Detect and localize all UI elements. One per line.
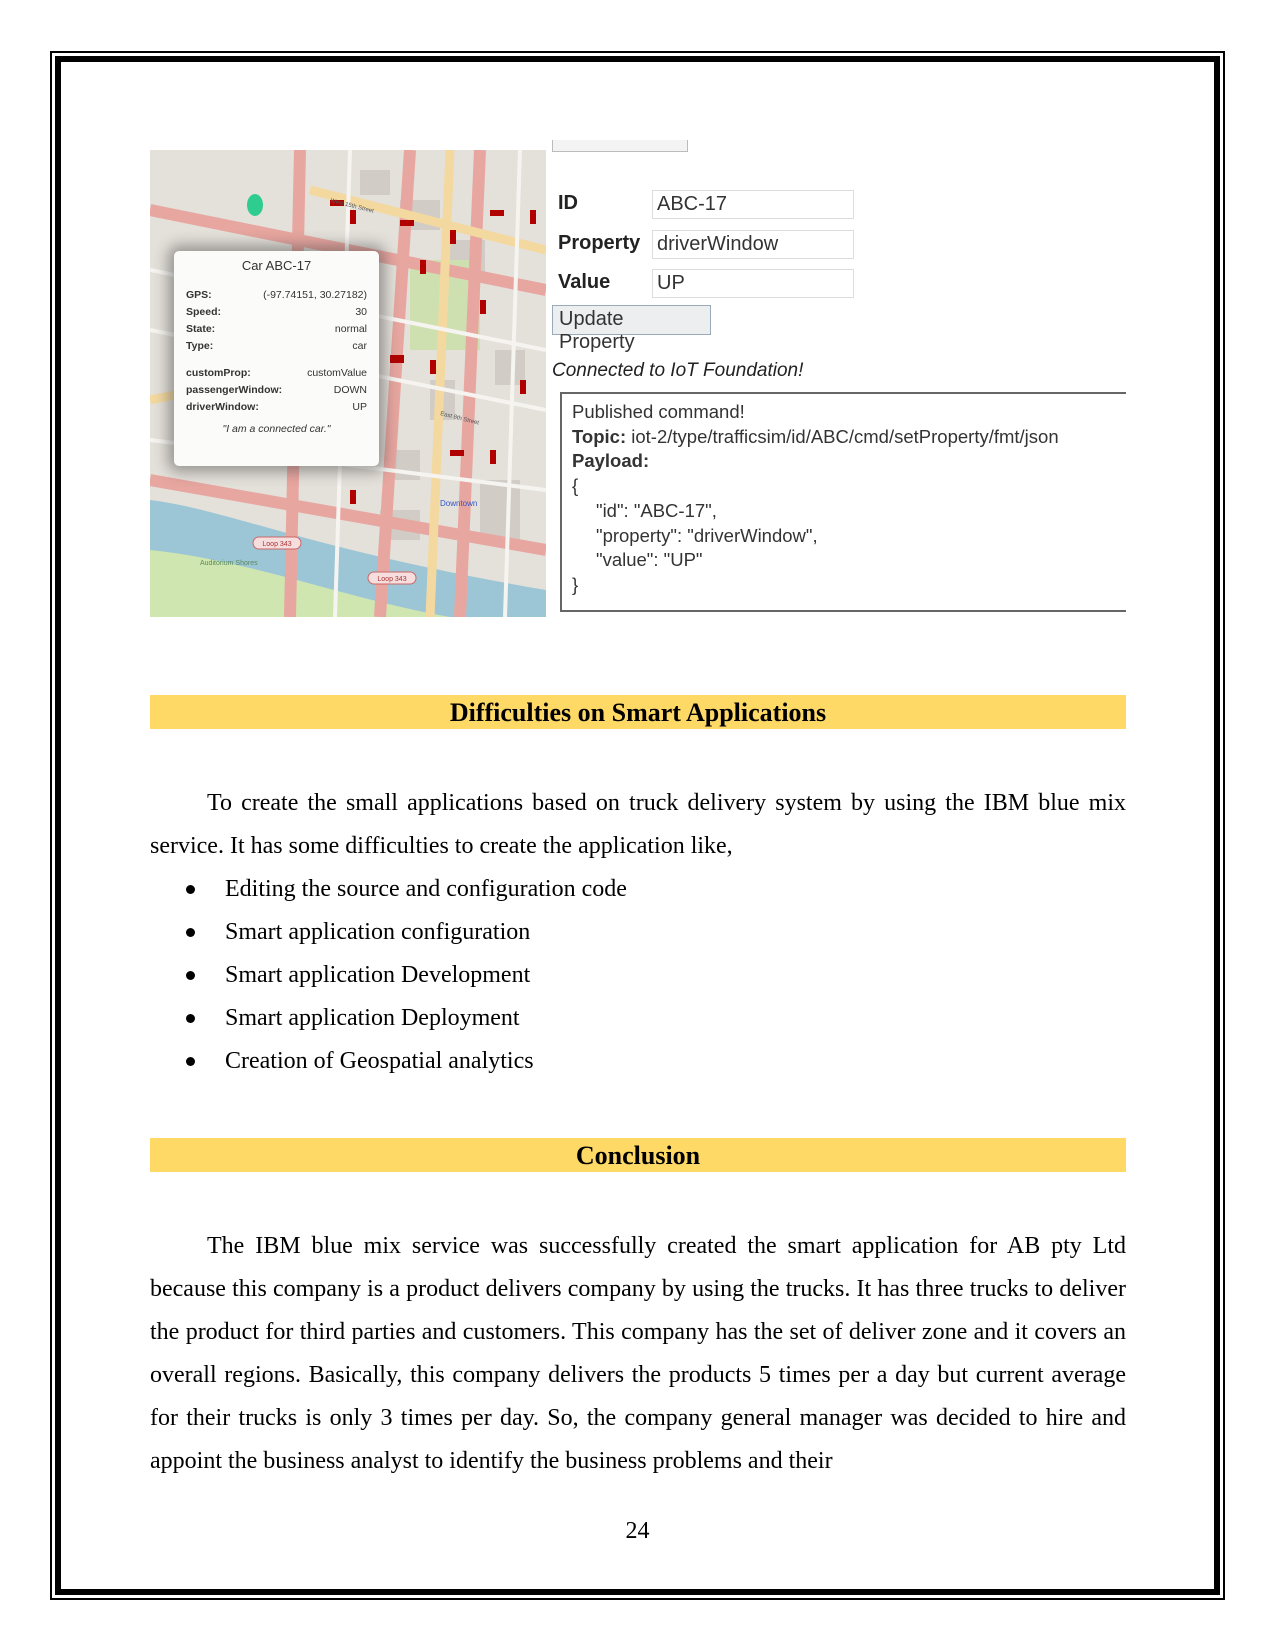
console-line: "property": "driverWindow", [596, 524, 818, 546]
popup-value: customValue [307, 367, 367, 379]
property-label: Property [558, 232, 641, 254]
list-item-text: Smart application configuration [225, 919, 531, 945]
connection-status: Connected to IoT Foundation! [552, 360, 804, 381]
update-property-button[interactable]: Update Property [552, 305, 711, 353]
list-item: Creation of Geospatial analytics [150, 1040, 1126, 1083]
popup-value: UP [352, 401, 367, 413]
popup-label: Type: [186, 340, 214, 352]
list-item: Smart application Development [150, 954, 1126, 997]
section-heading-difficulties: Difficulties on Smart Applications [150, 695, 1126, 729]
map-screenshot: Loop 343 Loop 343 Downtown Auditorium Sh… [150, 150, 546, 617]
popup-label: passengerWindow: [186, 384, 283, 396]
value-label: Value [558, 271, 611, 293]
list-item: Smart application Deployment [150, 997, 1126, 1040]
car-info-popup: Car ABC-17 GPS: (-97.74151, 30.27182) Spe… [174, 251, 379, 466]
popup-row-speed: Speed: 30 [174, 304, 379, 321]
paragraph-text: The IBM blue mix service was successfull… [150, 1233, 1126, 1474]
popup-row-customprop: customProp: customValue [174, 365, 379, 382]
topic-label: Topic: [572, 425, 627, 447]
paragraph-conclusion: The IBM blue mix service was successfull… [150, 1225, 1126, 1483]
payload-label-text: Payload: [572, 450, 650, 472]
map-label-loop: Loop 343 [262, 541, 291, 548]
console-line: { [572, 475, 579, 497]
send-message-button[interactable] [552, 140, 688, 152]
iot-control-panel: ID ABC-17 Property driverWindow Value UP… [548, 140, 1126, 617]
popup-row-driverwindow: driverWindow: UP [174, 399, 379, 416]
list-item: Editing the source and configuration cod… [150, 868, 1126, 911]
list-item-text: Creation of Geospatial analytics [225, 1048, 534, 1074]
popup-label: customProp: [186, 367, 251, 379]
console-line: } [572, 573, 579, 595]
id-input[interactable]: ABC-17 [652, 190, 854, 219]
console-output: Published command! Topic: iot-2/type/tra… [560, 392, 1126, 612]
popup-value: DOWN [333, 384, 367, 396]
property-input[interactable]: driverWindow [652, 230, 854, 259]
value-input[interactable]: UP [652, 269, 854, 298]
list-item: Smart application configuration [150, 911, 1126, 954]
bullet-icon [186, 971, 195, 980]
bullet-icon [186, 1014, 195, 1023]
console-line: Published command! [572, 401, 745, 422]
page-number: 24 [625, 1518, 650, 1544]
popup-label: driverWindow: [186, 401, 259, 413]
map-label-loop: Loop 343 [377, 576, 406, 583]
console-topic: Topic: iot-2/type/trafficsim/id/ABC/cmd/… [572, 425, 1126, 450]
popup-label: State: [186, 323, 216, 335]
topic-value: iot-2/type/trafficsim/id/ABC/cmd/setProp… [626, 425, 1059, 447]
popup-value: (-97.74151, 30.27182) [263, 289, 367, 301]
paragraph-difficulties: To create the small applications based o… [150, 782, 1126, 868]
bullet-icon [186, 1057, 195, 1066]
popup-label: GPS: [186, 289, 212, 301]
bullet-icon [186, 885, 195, 894]
console-line: "value": "UP" [596, 549, 703, 571]
list-item-text: Smart application Deployment [225, 1005, 520, 1031]
console-line: "id": "ABC-17", [596, 499, 717, 521]
popup-value: car [352, 340, 367, 352]
section-heading-conclusion: Conclusion [150, 1138, 1126, 1172]
popup-value: 30 [355, 306, 367, 318]
popup-row-passengerwindow: passengerWindow: DOWN [174, 382, 379, 399]
popup-value: normal [334, 323, 367, 335]
list-item-text: Smart application Development [225, 962, 531, 988]
list-item-text: Editing the source and configuration cod… [225, 876, 627, 902]
popup-row-gps: GPS: (-97.74151, 30.27182) [174, 287, 379, 304]
popup-quote: "I am a connected car." [222, 423, 331, 435]
bullet-icon [186, 928, 195, 937]
popup-row-state: State: normal [174, 321, 379, 338]
payload-label: Payload: [572, 449, 1126, 474]
map-label-park: Auditorium Shores [200, 560, 258, 567]
popup-title: Car ABC-17 [241, 258, 312, 273]
popup-row-type: Type: car [174, 338, 379, 355]
map-label-downtown: Downtown [440, 499, 477, 508]
difficulties-list: Editing the source and configuration cod… [150, 868, 1126, 1083]
paragraph-text: To create the small applications based o… [150, 790, 1126, 859]
id-label: ID [558, 192, 578, 214]
popup-label: Speed: [186, 306, 222, 318]
